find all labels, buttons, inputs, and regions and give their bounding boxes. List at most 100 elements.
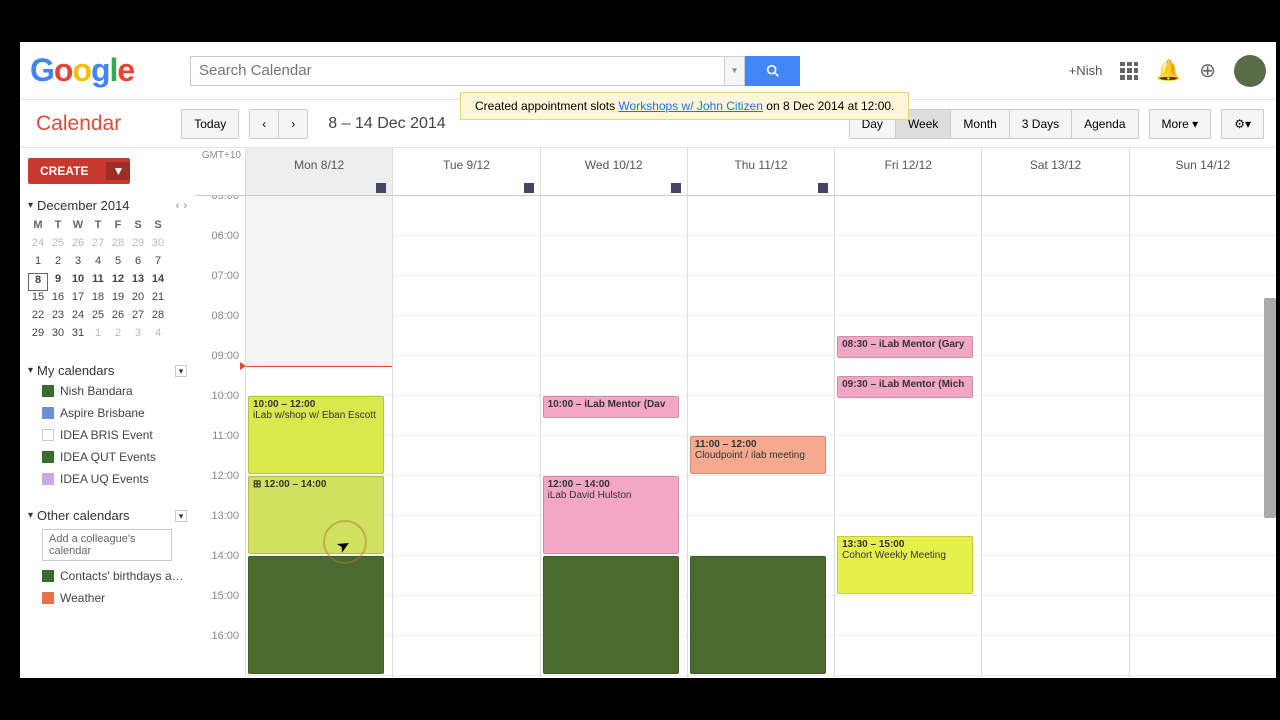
mini-day[interactable]: 4 bbox=[88, 255, 108, 273]
my-calendar-item[interactable]: IDEA UQ Events bbox=[28, 468, 187, 490]
my-calendar-item[interactable]: IDEA QUT Events bbox=[28, 446, 187, 468]
mini-day[interactable]: 7 bbox=[148, 255, 168, 273]
view-3days[interactable]: 3 Days bbox=[1009, 109, 1072, 139]
mini-day[interactable]: 1 bbox=[28, 255, 48, 273]
mini-day[interactable]: 27 bbox=[88, 237, 108, 255]
calendar-event[interactable]: 13:30 – 15:00Cohort Weekly Meeting bbox=[837, 536, 973, 594]
view-month[interactable]: Month bbox=[950, 109, 1009, 139]
mini-day[interactable]: 26 bbox=[68, 237, 88, 255]
calendar-event[interactable]: 12:00 – 14:00iLab David Hulston bbox=[543, 476, 679, 554]
mini-day[interactable]: 8 bbox=[28, 273, 48, 291]
google-logo[interactable]: Google bbox=[30, 52, 150, 89]
mini-day[interactable]: 20 bbox=[128, 291, 148, 309]
day-column[interactable]: 10:00 – iLab Mentor (Dav 12:00 – 14:00iLa… bbox=[540, 196, 687, 678]
share-icon[interactable]: ⊕ bbox=[1199, 58, 1216, 83]
day-column[interactable]: 11:00 – 12:00Cloudpoint / ilab meeting bbox=[687, 196, 834, 678]
mini-day[interactable]: 24 bbox=[28, 237, 48, 255]
day-column[interactable] bbox=[1129, 196, 1276, 678]
mini-day[interactable]: 25 bbox=[88, 309, 108, 327]
mini-day[interactable]: 28 bbox=[108, 237, 128, 255]
apps-icon[interactable] bbox=[1120, 62, 1138, 80]
my-calendar-item[interactable]: IDEA BRIS Event bbox=[28, 424, 187, 446]
next-button[interactable]: › bbox=[278, 109, 308, 139]
mini-prev[interactable]: ‹ bbox=[176, 200, 180, 212]
mini-day[interactable]: 17 bbox=[68, 291, 88, 309]
calendar-event[interactable]: 08:30 – iLab Mentor (Gary bbox=[837, 336, 973, 358]
mini-day[interactable]: 18 bbox=[88, 291, 108, 309]
search-dropdown[interactable]: ▼ bbox=[725, 56, 745, 86]
mini-day[interactable]: 16 bbox=[48, 291, 68, 309]
mini-day[interactable]: 13 bbox=[128, 273, 148, 291]
day-header[interactable]: Wed 10/12 bbox=[540, 148, 687, 195]
day-header[interactable]: Mon 8/12 bbox=[245, 148, 392, 195]
day-header[interactable]: Tue 9/12 bbox=[392, 148, 539, 195]
mini-day[interactable]: 11 bbox=[88, 273, 108, 291]
calendar-event[interactable]: 11:00 – 12:00Cloudpoint / ilab meeting bbox=[690, 436, 826, 474]
mini-day[interactable]: 15 bbox=[28, 291, 48, 309]
calendar-event[interactable] bbox=[543, 556, 679, 674]
day-column[interactable] bbox=[392, 196, 539, 678]
notifications-icon[interactable]: 🔔 bbox=[1156, 58, 1181, 83]
mini-day[interactable]: 10 bbox=[68, 273, 88, 291]
other-calendar-item[interactable]: Weather bbox=[28, 587, 187, 609]
search-button[interactable] bbox=[745, 56, 800, 86]
prev-button[interactable]: ‹ bbox=[249, 109, 279, 139]
mini-day[interactable]: 19 bbox=[108, 291, 128, 309]
calendar-event[interactable] bbox=[690, 556, 826, 674]
mini-day[interactable]: 2 bbox=[108, 327, 128, 345]
mini-day[interactable]: 23 bbox=[48, 309, 68, 327]
mini-day[interactable]: 3 bbox=[68, 255, 88, 273]
mini-day[interactable]: 30 bbox=[148, 237, 168, 255]
mini-day[interactable]: 14 bbox=[148, 273, 168, 291]
mini-next[interactable]: › bbox=[183, 200, 187, 212]
calendar-event[interactable]: ⊞ 12:00 – 14:00 bbox=[248, 476, 384, 554]
other-calendar-item[interactable]: Contacts' birthdays a… bbox=[28, 565, 187, 587]
mini-day[interactable]: 3 bbox=[128, 327, 148, 345]
day-column[interactable]: 08:30 – iLab Mentor (Gary 09:30 – iLab Me… bbox=[834, 196, 981, 678]
toast-link[interactable]: Workshops w/ John Citizen bbox=[618, 99, 763, 113]
settings-button[interactable]: ⚙ ▾ bbox=[1221, 109, 1264, 139]
mini-day[interactable]: 25 bbox=[48, 237, 68, 255]
search-input[interactable] bbox=[190, 56, 725, 86]
mini-day[interactable]: 5 bbox=[108, 255, 128, 273]
plus-user-link[interactable]: +Nish bbox=[1069, 63, 1103, 78]
day-header[interactable]: Fri 12/12 bbox=[834, 148, 981, 195]
create-button[interactable]: CREATE▼ bbox=[28, 158, 130, 184]
calendar-event[interactable]: 10:00 – 12:00iLab w/shop w/ Eban Escott bbox=[248, 396, 384, 474]
day-header[interactable]: Sun 14/12 bbox=[1129, 148, 1276, 195]
day-header[interactable]: Sat 13/12 bbox=[981, 148, 1128, 195]
mini-day[interactable]: 30 bbox=[48, 327, 68, 345]
day-header[interactable]: Thu 11/12 bbox=[687, 148, 834, 195]
mini-day[interactable]: 1 bbox=[88, 327, 108, 345]
mini-day[interactable]: 21 bbox=[148, 291, 168, 309]
mini-day[interactable]: 4 bbox=[148, 327, 168, 345]
mini-day[interactable]: 28 bbox=[148, 309, 168, 327]
mini-day[interactable]: 6 bbox=[128, 255, 148, 273]
calendar-event[interactable] bbox=[248, 556, 384, 674]
view-agenda[interactable]: Agenda bbox=[1071, 109, 1138, 139]
my-calendars-header[interactable]: ▾My calendars▾ bbox=[28, 361, 187, 380]
calendar-event[interactable]: 10:00 – iLab Mentor (Dav bbox=[543, 396, 679, 418]
mini-day[interactable]: 29 bbox=[28, 327, 48, 345]
today-button[interactable]: Today bbox=[181, 109, 239, 139]
mini-day[interactable]: 2 bbox=[48, 255, 68, 273]
scrollbar-thumb[interactable] bbox=[1264, 298, 1276, 518]
add-colleague-input[interactable]: Add a colleague's calendar bbox=[42, 529, 172, 561]
mini-day[interactable]: 24 bbox=[68, 309, 88, 327]
mini-day[interactable]: 22 bbox=[28, 309, 48, 327]
avatar[interactable] bbox=[1234, 55, 1266, 87]
calendar-grid[interactable]: GMT+10 Mon 8/12Tue 9/12Wed 10/12Thu 11/1… bbox=[195, 148, 1276, 678]
day-column[interactable]: 10:00 – 12:00iLab w/shop w/ Eban Escott⊞… bbox=[245, 196, 392, 678]
mini-day[interactable]: 29 bbox=[128, 237, 148, 255]
more-button[interactable]: More ▾ bbox=[1149, 109, 1212, 139]
my-calendar-item[interactable]: Nish Bandara bbox=[28, 380, 187, 402]
mini-day[interactable]: 9 bbox=[48, 273, 68, 291]
my-calendar-item[interactable]: Aspire Brisbane bbox=[28, 402, 187, 424]
mini-day[interactable]: 26 bbox=[108, 309, 128, 327]
mini-day[interactable]: 27 bbox=[128, 309, 148, 327]
other-calendars-header[interactable]: ▾Other calendars▾ bbox=[28, 506, 187, 525]
mini-day[interactable]: 12 bbox=[108, 273, 128, 291]
mini-day[interactable]: 31 bbox=[68, 327, 88, 345]
day-column[interactable] bbox=[981, 196, 1128, 678]
calendar-event[interactable]: 09:30 – iLab Mentor (Mich bbox=[837, 376, 973, 398]
